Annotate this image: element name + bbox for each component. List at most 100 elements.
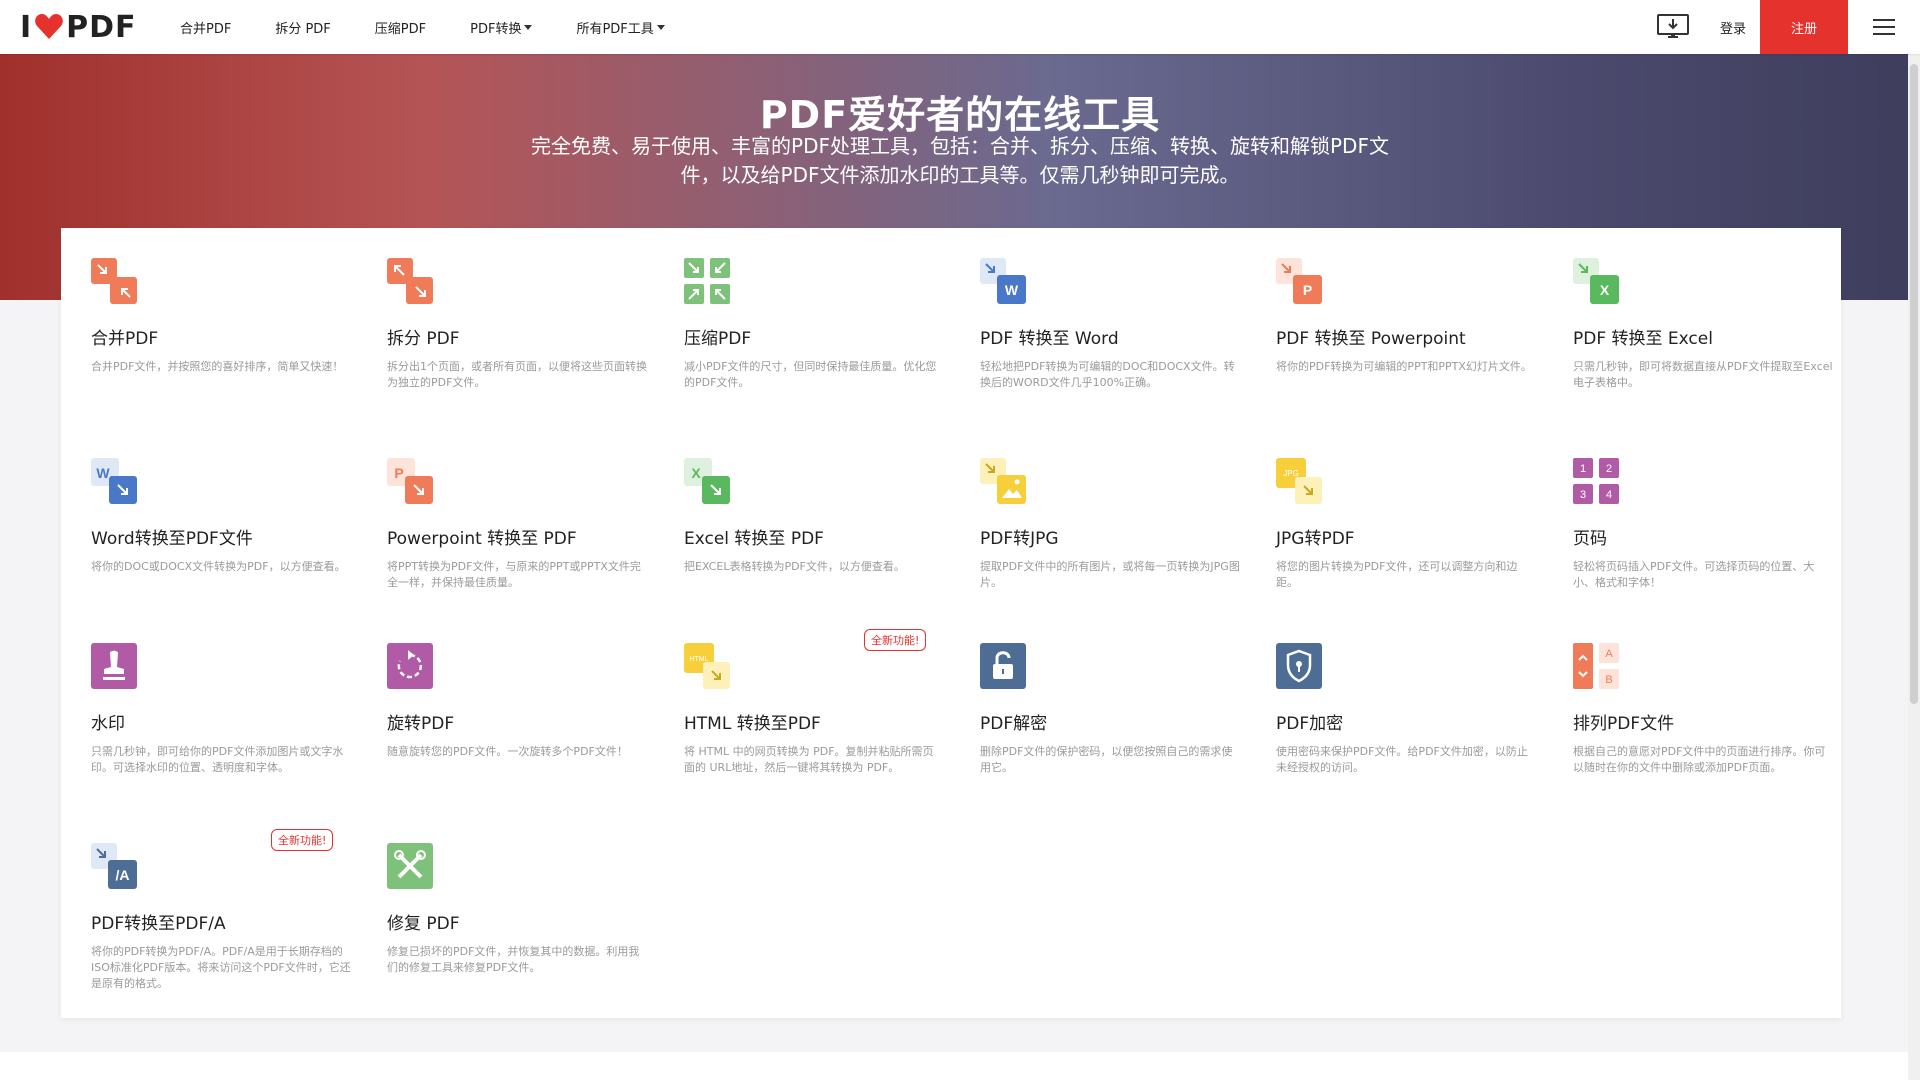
hero-title: PDF爱好者的在线工具 xyxy=(759,93,1161,137)
tool-card-watermark[interactable]: 水印只需几秒钟，即可给你的PDF文件添加图片或文字水印。可选择水印的位置、透明度… xyxy=(91,643,351,776)
tool-name: JPG转PDF xyxy=(1276,529,1355,549)
tool-description: 根据自己的意愿对PDF文件中的页面进行排序。你可以随时在你的文件中删除或添加PD… xyxy=(1573,745,1826,774)
tool-name: PDF加密 xyxy=(1276,714,1344,734)
svg-text:X: X xyxy=(1600,282,1610,298)
tool-name: 合并PDF xyxy=(91,329,159,349)
ilovepdf-logo[interactable]: I PDF xyxy=(20,8,137,46)
nav-label: 压缩PDF xyxy=(374,21,427,37)
main-nav: 合并PDF 拆分 PDF 压缩PDF PDF转换 所有PDF工具 xyxy=(180,0,709,54)
hero-subtitle: 完全免费、易于使用、丰富的PDF处理工具，包括：合并、拆分、压缩、转换、旋转和解… xyxy=(531,134,1389,187)
tool-description: 删除PDF文件的保护密码，以便您按照自己的需求使用它。 xyxy=(980,745,1233,774)
tool-card-rotate[interactable]: 旋转PDF 随意旋转您的PDF文件。一次旋转多个PDF文件！ xyxy=(387,643,647,760)
nav-all-pdf-tools[interactable]: 所有PDF工具 xyxy=(576,18,665,37)
tool-card-compress[interactable]: 压缩PDF 减小PDF文件的尺寸，但同时保持最佳质量。优化您的PDF文件。 xyxy=(684,258,944,391)
tool-description: 轻松将页码插入PDF文件。可选择页码的位置、大小、格式和字体！ xyxy=(1573,560,1815,589)
footer-area xyxy=(0,1052,1920,1080)
ppt-to-pdf-icon: P xyxy=(387,458,433,504)
tools-grid: 合并PDF 合并PDF文件，并按照您的喜好排序，简单又快速！ 拆分 PDF 拆分出1个… xyxy=(61,228,1841,1018)
desktop-app-icon[interactable] xyxy=(1656,12,1690,42)
tool-card-excel-to-pdf[interactable]: X Excel 转换至 PDF 把EXCEL表格转换为PDF文件，以方便查看。 xyxy=(684,458,944,575)
page-numbers-icon: 1 2 3 4 xyxy=(1573,458,1619,504)
tool-name: PDF转JPG xyxy=(980,529,1059,549)
pdf-to-ppt-icon: P xyxy=(1276,258,1322,304)
top-navigation-bar: I PDF 合并PDF 拆分 PDF 压缩PDF PDF转换 所有PDF工具 登… xyxy=(0,0,1920,54)
tool-description: 将 HTML 中的网页转换为 PDF。复制并粘贴所需页面的 URL地址，然后一键… xyxy=(684,745,934,774)
tool-description: 将您的图片转换为PDF文件，还可以调整方向和边距。 xyxy=(1276,560,1518,589)
tool-name: HTML 转换至PDF xyxy=(684,714,821,734)
new-feature-badge: 全新功能! xyxy=(271,829,334,851)
tool-description: 只需几秒钟，即可将数据直接从PDF文件提取至Excel 电子表格中。 xyxy=(1573,360,1833,389)
tool-description: 使用密码来保护PDF文件。给PDF文件加密，以防止未经授权的访问。 xyxy=(1276,745,1528,774)
tool-card-repair[interactable]: 修复 PDF 修复已损坏的PDF文件，并恢复其中的数据。利用我们的修复工具来修复P… xyxy=(387,843,647,976)
nav-label: 所有PDF工具 xyxy=(576,21,654,37)
svg-text:2: 2 xyxy=(1606,463,1612,475)
heart-icon xyxy=(35,14,63,39)
logo-letter-i: I xyxy=(20,9,33,45)
tool-name: 水印 xyxy=(91,714,125,734)
tool-card-pdf-to-excel[interactable]: X PDF 转换至 Excel 只需几秒钟，即可将数据直接从PDF文件提取至Exce… xyxy=(1573,258,1833,391)
tool-name: 排列PDF文件 xyxy=(1573,714,1675,734)
svg-text:X: X xyxy=(691,465,701,481)
tool-description: 将你的DOC或DOCX文件转换为PDF，以方便查看。 xyxy=(91,560,346,573)
svg-text:HTML: HTML xyxy=(689,656,708,663)
scrollbar[interactable] xyxy=(1908,54,1920,1080)
tool-name: Powerpoint 转换至 PDF xyxy=(387,529,577,549)
tool-name: PDF解密 xyxy=(980,714,1048,734)
svg-text:JPG: JPG xyxy=(1283,469,1299,478)
tool-description: 只需几秒钟，即可给你的PDF文件添加图片或文字水印。可选择水印的位置、透明度和字… xyxy=(91,745,344,774)
tool-card-page-numbers[interactable]: 1 2 3 4 页码轻松将页码插入PDF文件。可选择页码的位置、大小、格式和字体！ xyxy=(1573,458,1833,591)
html-to-pdf-icon: HTML xyxy=(684,643,730,689)
merge-icon xyxy=(91,258,137,304)
tool-name: 旋转PDF xyxy=(387,714,455,734)
login-link[interactable]: 登录 xyxy=(1720,18,1746,37)
nav-merge-pdf[interactable]: 合并PDF xyxy=(180,18,231,37)
tool-description: 把EXCEL表格转换为PDF文件，以方便查看。 xyxy=(684,560,905,573)
nav-split-pdf[interactable]: 拆分 PDF xyxy=(275,18,330,37)
split-icon xyxy=(387,258,433,304)
tool-card-ppt-to-pdf[interactable]: P Powerpoint 转换至 PDF 将PPT转换为PDF文件，与原来的PPT或… xyxy=(387,458,647,591)
tool-name: PDF 转换至 Powerpoint xyxy=(1276,329,1466,349)
tool-name: PDF 转换至 Excel xyxy=(1573,329,1713,349)
tool-description: 将你的PDF转换为PDF/A。PDF/A是用于长期存档的ISO标准化PDF版本。… xyxy=(91,945,351,990)
tool-name: PDF转换至PDF/A xyxy=(91,914,226,934)
signup-button[interactable]: 注册 xyxy=(1760,0,1848,54)
svg-text:P: P xyxy=(1303,282,1312,298)
compress-icon xyxy=(684,258,730,304)
tool-description: 将PPT转换为PDF文件，与原来的PPT或PPTX文件完全一样，并保持最佳质量。 xyxy=(387,560,641,589)
header-actions: 登录 注册 xyxy=(1656,0,1920,54)
tool-card-html-to-pdf[interactable]: HTML HTML 转换至PDF 将 HTML 中的网页转换为 PDF。复制并粘贴所… xyxy=(684,629,944,776)
tool-description: 轻松地把PDF转换为可编辑的DOC和DOCX文件。转换后的WORD文件几乎100… xyxy=(980,360,1235,389)
tool-card-pdfa[interactable]: /A PDF转换至PDF/A 将你的PDF转换为PDF/A。PDF/A是用于长期存档… xyxy=(91,829,351,992)
tool-description: 合并PDF文件，并按照您的喜好排序，简单又快速！ xyxy=(91,360,344,373)
pdfa-icon: /A xyxy=(91,843,137,889)
tool-card-protect[interactable]: PDF加密使用密码来保护PDF文件。给PDF文件加密，以防止未经授权的访问。 xyxy=(1276,643,1536,776)
new-feature-badge: 全新功能! xyxy=(864,629,927,651)
svg-text:W: W xyxy=(96,465,110,481)
tool-card-pdf-to-jpg[interactable]: PDF转JPG 提取PDF文件中的所有图片，或将每一页转换为JPG图片。 xyxy=(980,458,1240,591)
nav-compress-pdf[interactable]: 压缩PDF xyxy=(375,18,426,37)
svg-text:P: P xyxy=(394,465,403,481)
pdf-to-jpg-icon xyxy=(980,458,1026,504)
excel-to-pdf-icon: X xyxy=(684,458,730,504)
svg-text:W: W xyxy=(1005,282,1019,298)
nav-pdf-convert[interactable]: PDF转换 xyxy=(470,18,533,37)
pdf-to-excel-icon: X xyxy=(1573,258,1619,304)
nav-label: 拆分 PDF xyxy=(275,21,331,37)
tool-description: 随意旋转您的PDF文件。一次旋转多个PDF文件！ xyxy=(387,745,628,758)
scrollbar-thumb[interactable] xyxy=(1910,64,1918,704)
tool-card-word-to-pdf[interactable]: W Word转换至PDF文件 将你的DOC或DOCX文件转换为PDF，以方便查看。 xyxy=(91,458,351,575)
tool-description: 减小PDF文件的尺寸，但同时保持最佳质量。优化您的PDF文件。 xyxy=(684,360,937,389)
tool-card-split[interactable]: 拆分 PDF 拆分出1个页面，或者所有页面，以便将这些页面转换为独立的PDF文件。 xyxy=(387,258,647,391)
tool-name: Excel 转换至 PDF xyxy=(684,529,824,549)
tool-card-organize[interactable]: A B 排列PDF文件 根据自己的意愿对PDF文件中的页面进行排序。你可以随时在你的文… xyxy=(1573,643,1833,776)
tool-card-jpg-to-pdf[interactable]: JPG JPG转PDF 将您的图片转换为PDF文件，还可以调整方向和边距。 xyxy=(1276,458,1536,591)
unlock-icon xyxy=(980,643,1026,689)
hamburger-menu-icon[interactable] xyxy=(1848,0,1920,54)
tool-description: 提取PDF文件中的所有图片，或将每一页转换为JPG图片。 xyxy=(980,560,1240,589)
tool-card-merge[interactable]: 合并PDF 合并PDF文件，并按照您的喜好排序，简单又快速！ xyxy=(91,258,351,375)
tool-card-pdf-to-ppt[interactable]: P PDF 转换至 Powerpoint 将你的PDF转换为可编辑的PPT和PPTX… xyxy=(1276,258,1536,375)
tool-name: 页码 xyxy=(1573,529,1607,549)
pdf-to-word-icon: W xyxy=(980,258,1026,304)
tool-card-unlock[interactable]: PDF解密删除PDF文件的保护密码，以便您按照自己的需求使用它。 xyxy=(980,643,1240,776)
tool-card-pdf-to-word[interactable]: W PDF 转换至 Word 轻松地把PDF转换为可编辑的DOC和DOCX文件。转换… xyxy=(980,258,1240,391)
